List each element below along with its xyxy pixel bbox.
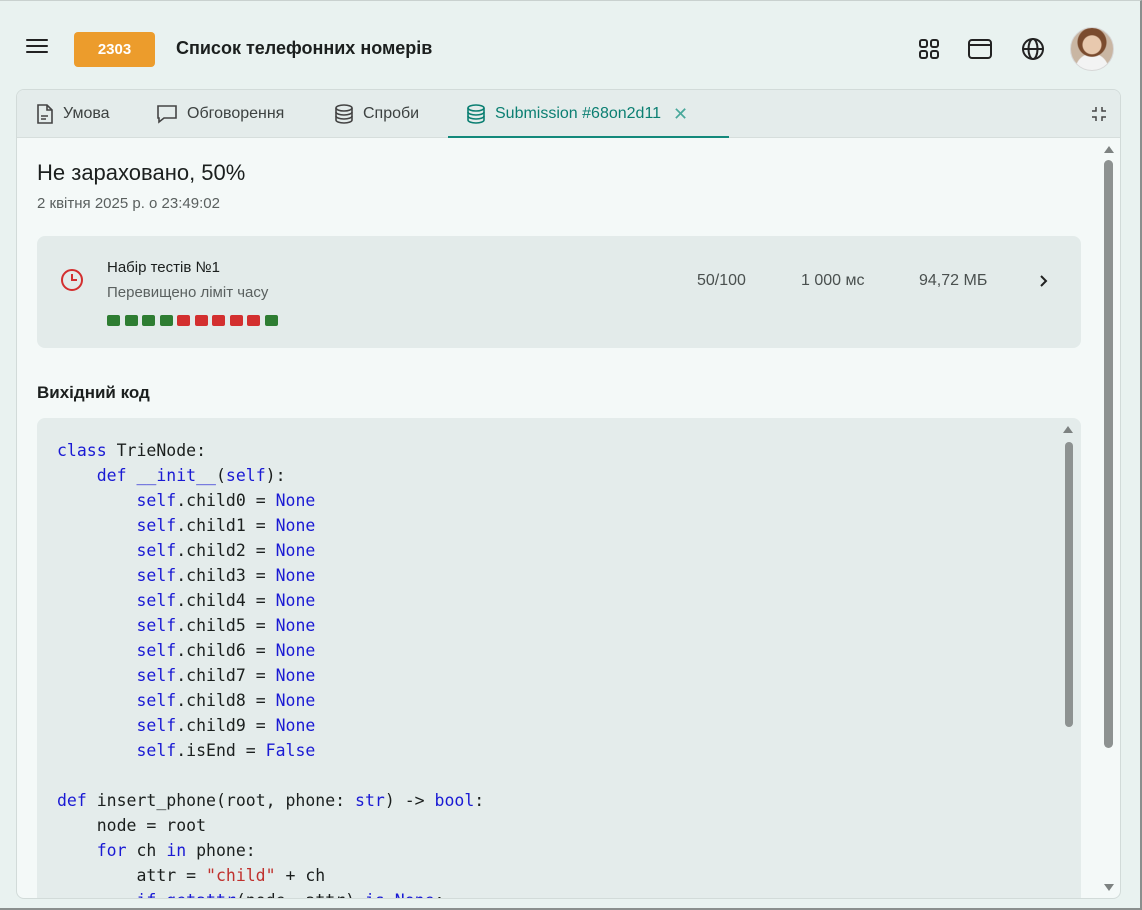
code-text: class TrieNode: def __init__(self): self… [57, 438, 485, 898]
tab-attempts[interactable]: Спроби [333, 90, 419, 138]
testset-score: 50/100 [697, 272, 746, 289]
main-scrollbar[interactable] [1103, 138, 1120, 898]
submission-date: 2 квітня 2025 р. о 23:49:02 [37, 195, 220, 212]
source-code-label: Вихідний код [37, 383, 150, 402]
page-title: Список телефонних номерів [176, 38, 433, 58]
scroll-up-icon[interactable] [1104, 146, 1114, 153]
tab-bar: Умова Обговорення Спроби Submission #68o… [17, 90, 1120, 138]
app-window: 2303 Список телефонних номерів Умова Обг… [0, 0, 1142, 910]
test-result-pass[interactable] [142, 315, 155, 326]
tab-submission[interactable]: Submission #68on2d11 ✕ [465, 90, 688, 138]
code-line: self.child1 = None [136, 516, 316, 535]
menu-icon[interactable] [26, 39, 50, 59]
scroll-thumb[interactable] [1065, 442, 1073, 727]
document-icon [37, 104, 53, 124]
test-result-fail[interactable] [212, 315, 225, 326]
code-line: self.isEnd = False [136, 741, 316, 760]
testset-memory: 94,72 МБ [919, 272, 988, 289]
code-scrollbar[interactable] [1061, 422, 1075, 898]
scroll-down-icon[interactable] [1104, 884, 1114, 891]
tab-discussion[interactable]: Обговорення [155, 90, 284, 138]
problem-id-badge[interactable]: 2303 [74, 32, 155, 67]
close-icon[interactable]: ✕ [673, 104, 688, 125]
tab-label: Спроби [363, 105, 420, 122]
code-line: self.child9 = None [136, 716, 316, 735]
source-code-block[interactable]: class TrieNode: def __init__(self): self… [37, 418, 1081, 898]
submission-content: Не зараховано, 50% 2 квітня 2025 р. о 23… [17, 138, 1102, 898]
code-line: for ch in phone: [96, 841, 256, 860]
tab-label: Обговорення [187, 105, 285, 122]
code-line: class TrieNode: [57, 441, 207, 460]
top-app-bar: 2303 Список телефонних номерів [0, 1, 1140, 89]
clock-icon [61, 269, 83, 291]
chevron-right-icon[interactable] [1033, 270, 1053, 292]
scroll-thumb[interactable] [1104, 160, 1113, 748]
code-line: self.child8 = None [136, 691, 316, 710]
code-line: if getattr(node, attr) is None: [57, 888, 484, 898]
database-icon [335, 104, 353, 124]
test-result-pass[interactable] [124, 315, 138, 326]
code-line: self.child4 = None [136, 591, 316, 610]
database-icon [467, 104, 485, 124]
code-line: def __init__(self): [96, 466, 286, 485]
globe-icon[interactable] [1020, 36, 1046, 62]
testset-status: Перевищено ліміт часу [107, 284, 269, 301]
code-line: self.child2 = None [136, 541, 316, 560]
code-line: def insert_phone(root, phone: str) -> bo… [57, 791, 485, 810]
test-result-fail[interactable] [247, 315, 260, 326]
tab-statement[interactable]: Умова [35, 90, 110, 138]
verdict-title: Не зараховано, 50% [37, 160, 246, 185]
testset-card[interactable]: Набір тестів №1 Перевищено ліміт часу 50… [37, 236, 1081, 348]
test-result-fail[interactable] [229, 315, 243, 326]
test-result-fail[interactable] [194, 315, 208, 326]
code-line: self.child3 = None [136, 566, 316, 585]
avatar[interactable] [1070, 27, 1114, 71]
tab-label: Submission #68on2d11 [495, 105, 662, 122]
window-icon[interactable] [967, 36, 993, 62]
code-line: self.child7 = None [136, 666, 316, 685]
testset-name: Набір тестів №1 [107, 259, 220, 276]
test-result-pass[interactable] [159, 315, 173, 326]
scroll-up-icon[interactable] [1063, 426, 1073, 433]
test-results [107, 315, 282, 326]
code-line: attr = "child" + ch [57, 866, 326, 885]
test-result-fail[interactable] [177, 315, 190, 326]
test-result-pass[interactable] [107, 315, 120, 326]
collapse-icon[interactable] [1089, 104, 1109, 124]
chat-icon [157, 105, 177, 124]
submission-panel: Умова Обговорення Спроби Submission #68o… [16, 89, 1121, 899]
code-line: node = root [57, 816, 207, 835]
test-result-pass[interactable] [264, 315, 278, 326]
code-line: self.child5 = None [136, 616, 316, 635]
apps-grid-icon[interactable] [916, 36, 942, 62]
code-line: self.child0 = None [136, 491, 316, 510]
code-line: self.child6 = None [136, 641, 316, 660]
tab-label: Умова [63, 105, 110, 122]
testset-time: 1 000 мс [801, 272, 865, 289]
